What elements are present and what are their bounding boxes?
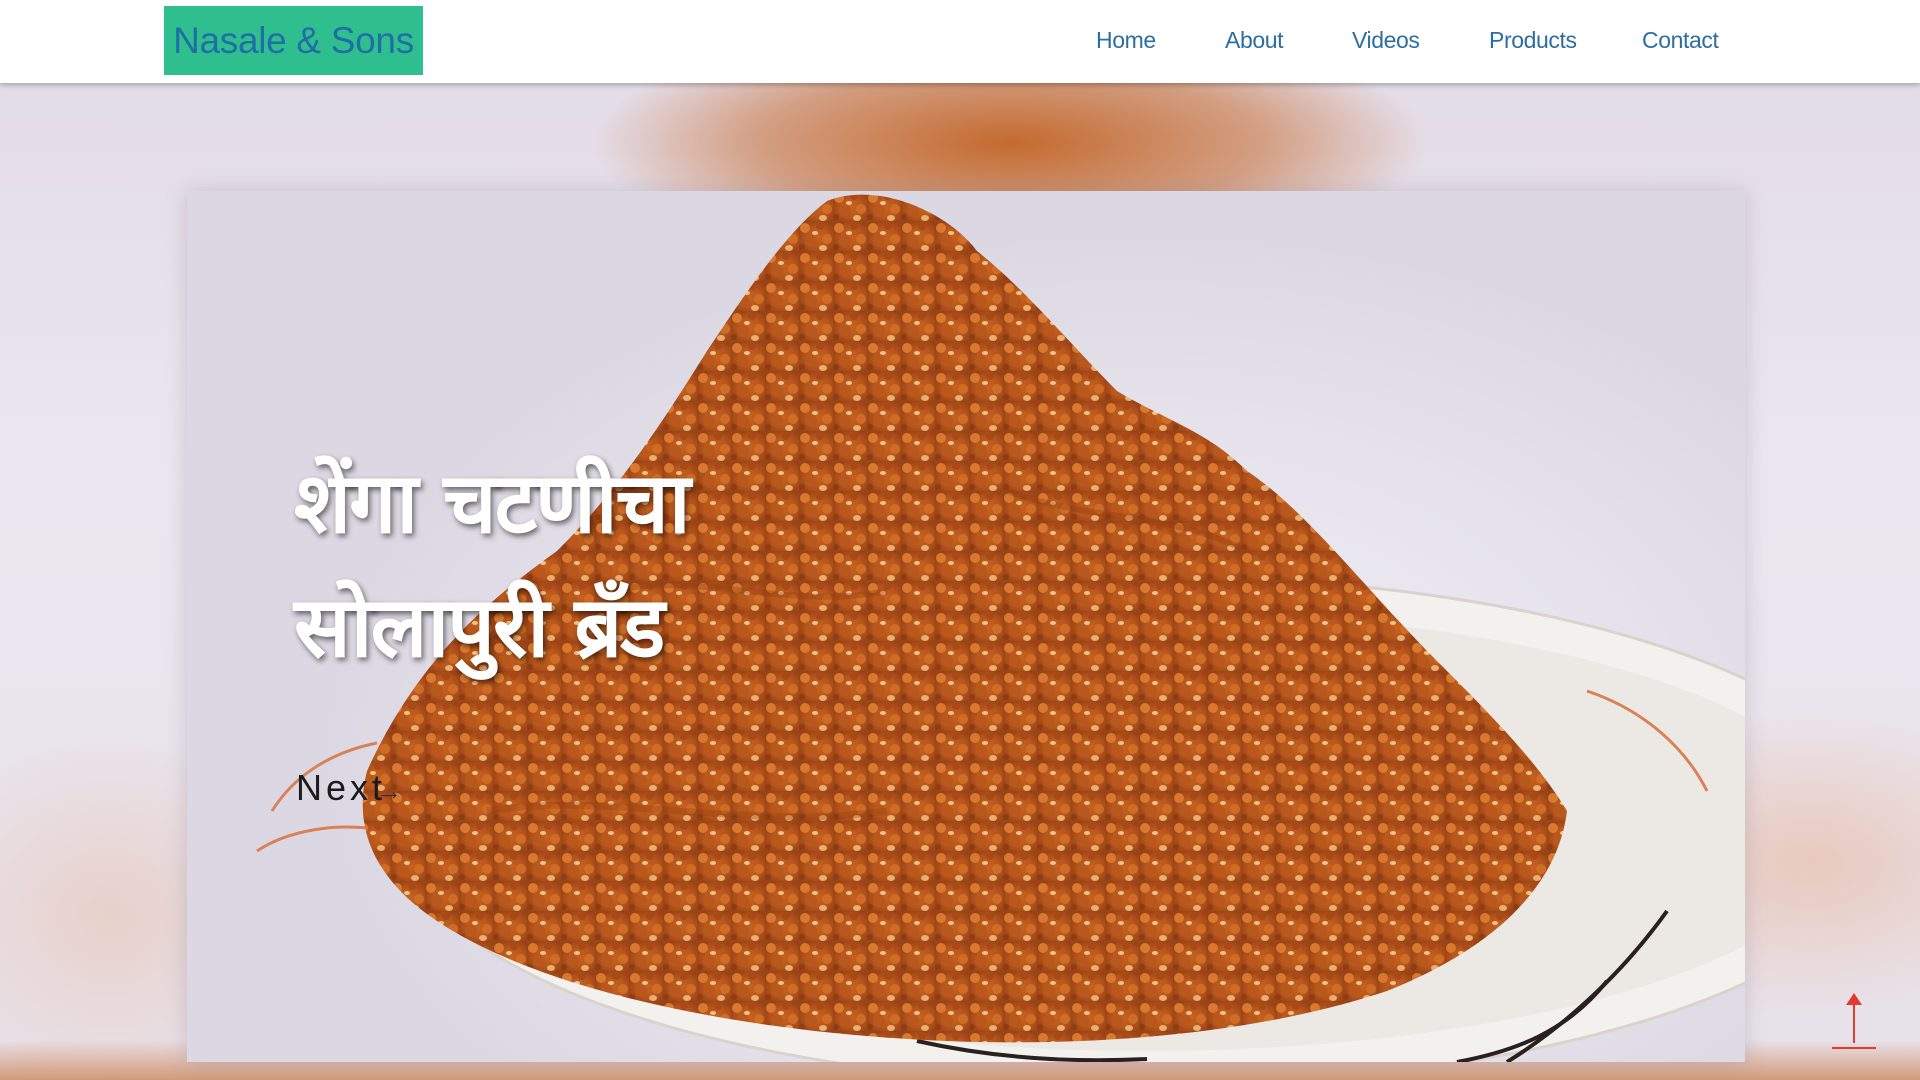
nav-videos[interactable]: Videos (1352, 27, 1420, 54)
underline-divider (1832, 1047, 1876, 1049)
next-label: Next (296, 767, 387, 808)
hero-title-line-2: सोलापुरी ब्रँड (294, 578, 665, 676)
nav-home[interactable]: Home (1096, 27, 1156, 54)
hero-title-line-1: शेंगा चटणीचा (294, 454, 691, 552)
scroll-to-top-button[interactable] (1832, 993, 1876, 1051)
hero-title: शेंगा चटणीचा सोलापुरी ब्रँड (294, 441, 691, 689)
site-header: Nasale & Sons Home About Videos Products… (0, 0, 1920, 83)
brand-logo[interactable]: Nasale & Sons (164, 6, 423, 75)
nav-contact[interactable]: Contact (1642, 27, 1719, 54)
arrow-right-icon: → (376, 776, 403, 806)
nav-products[interactable]: Products (1489, 27, 1577, 54)
next-slide-button[interactable]: Next→ (296, 767, 402, 809)
hero-slide: शेंगा चटणीचा सोलापुरी ब्रँड Next→ (187, 191, 1745, 1062)
nav-about[interactable]: About (1225, 27, 1284, 54)
